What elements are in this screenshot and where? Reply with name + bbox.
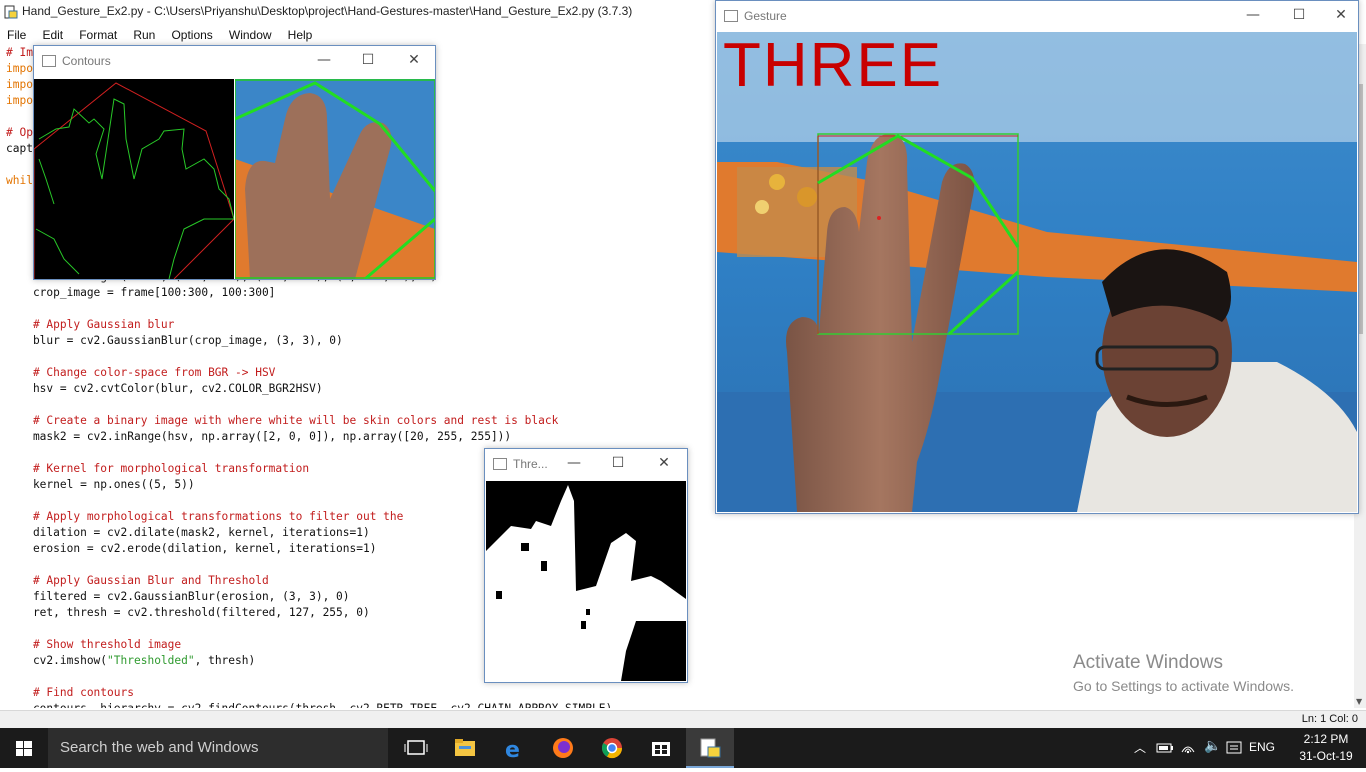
code-line: filtered = cv2.GaussianBlur(erosion, (3,… [6,590,350,603]
code-line: whil [6,174,33,187]
contours-titlebar[interactable]: Contours — ☐ ✕ [34,46,435,76]
edge-icon[interactable]: e [490,728,538,768]
threshold-window[interactable]: Thre... — ☐ ✕ [484,448,688,683]
code-line: blur = cv2.GaussianBlur(crop_image, (3, … [6,334,343,347]
clock[interactable]: 2:12 PM 31-Oct-19 [1291,731,1361,765]
code-line: impo [6,62,33,75]
code-line: # Op [6,126,33,139]
crop-svg [235,79,435,279]
maximize-button[interactable]: ☐ [607,453,629,473]
code-line: # Create a binary image with where white… [6,414,559,427]
watermark-title: Activate Windows [1073,652,1223,673]
menu-edit[interactable]: Edit [38,26,67,42]
threshold-window-title: Thre... [513,457,548,471]
gesture-titlebar[interactable]: Gesture — ☐ ✕ [716,1,1358,31]
gesture-window-title: Gesture [744,9,787,23]
contour-drawing [34,79,234,279]
window-icon [724,10,738,22]
menu-options[interactable]: Options [167,26,216,42]
menu-help[interactable]: Help [284,26,317,42]
code-line: dilation = cv2.dilate(mask2, kernel, ite… [6,526,370,539]
chevron-up-icon[interactable]: ︿ [1134,739,1146,756]
taskbar: Search the web and Windows e ︿ 🔈 ENG 2:1… [0,728,1366,768]
menu-file[interactable]: File [3,26,30,42]
code-line: mask2 = cv2.inRange(hsv, np.array([2, 0,… [6,430,512,443]
threshold-titlebar[interactable]: Thre... — ☐ ✕ [485,449,687,479]
minimize-button[interactable]: — [313,50,335,70]
editor-statusbar: Ln: 1 Col: 0 [0,710,1366,729]
close-button[interactable]: ✕ [653,453,675,473]
notifications-icon[interactable] [1226,741,1242,755]
code-line: ret, thresh = cv2.threshold(filtered, 12… [6,606,370,619]
chrome-icon[interactable] [588,728,636,768]
code-line: impo [6,78,33,91]
activate-windows-watermark: Activate Windows Go to Settings to activ… [1073,652,1294,694]
code-line: # Show threshold image [6,638,182,651]
python-idle-taskbar-icon[interactable] [686,728,734,768]
gesture-label: THREE [723,32,944,100]
wifi-icon[interactable] [1180,740,1196,756]
window-icon [42,55,56,67]
windows-logo-icon [16,741,32,756]
task-view-icon[interactable] [392,728,440,768]
code-line: # Find contours [6,686,134,699]
webcam-frame [717,32,1357,512]
code-line: erosion = cv2.erode(dilation, kernel, it… [6,542,377,555]
code-line: capt [6,142,33,155]
clock-date: 31-Oct-19 [1299,749,1353,763]
code-line: kernel = np.ones((5, 5)) [6,478,195,491]
editor-title: Hand_Gesture_Ex2.py - C:\Users\Priyanshu… [22,4,633,18]
contours-window[interactable]: Contours — ☐ ✕ [33,45,436,280]
start-button[interactable] [0,728,48,768]
threshold-svg [486,481,686,681]
code-line: # Apply Gaussian blur [6,318,175,331]
code-line: # Apply morphological transformations to… [6,510,404,523]
string-literal: "Thresholded" [107,654,195,667]
scroll-down-icon[interactable]: ▼ [1356,697,1362,706]
minimize-button[interactable]: — [563,453,585,473]
battery-icon[interactable] [1156,741,1174,755]
python-idle-icon [4,5,18,19]
code-line: impo [6,94,33,107]
contour-camera-crop [235,79,435,279]
store-icon[interactable] [637,728,685,768]
contours-window-title: Contours [62,54,111,68]
contour-svg [34,82,234,279]
minimize-button[interactable]: — [1242,5,1264,25]
gesture-camera-feed: THREE [717,32,1357,512]
volume-icon[interactable]: 🔈 [1204,738,1221,754]
maximize-button[interactable]: ☐ [1288,5,1310,25]
clock-time: 2:12 PM [1303,732,1349,746]
menu-run[interactable]: Run [129,26,159,42]
file-explorer-icon[interactable] [441,728,489,768]
code-line: # Change color-space from BGR -> HSV [6,366,276,379]
close-button[interactable]: ✕ [403,50,425,70]
firefox-icon[interactable] [539,728,587,768]
threshold-image [486,481,686,681]
code-line: contours, hierarchy = cv2.findContours(t… [6,702,612,708]
svg-text:e: e [505,738,520,763]
code-line: # Apply Gaussian Blur and Threshold [6,574,269,587]
code-line: # Im [6,46,33,59]
maximize-button[interactable]: ☐ [357,50,379,70]
gesture-window[interactable]: Gesture — ☐ ✕ THREE [715,0,1359,514]
input-language[interactable]: ENG [1249,740,1275,754]
code-line: cv2.imshow("Thresholded", thresh) [6,654,256,667]
search-box[interactable]: Search the web and Windows [48,728,388,768]
close-button[interactable]: ✕ [1330,5,1352,25]
watermark-subtitle: Go to Settings to activate Windows. [1073,678,1294,694]
search-placeholder: Search the web and Windows [60,739,259,756]
menu-window[interactable]: Window [225,26,276,42]
code-line: crop_image = frame[100:300, 100:300] [6,286,276,299]
menu-format[interactable]: Format [75,26,121,42]
window-icon [493,458,507,470]
cursor-position: Ln: 1 Col: 0 [1301,713,1358,725]
code-line: # Kernel for morphological transformatio… [6,462,310,475]
code-line: hsv = cv2.cvtColor(blur, cv2.COLOR_BGR2H… [6,382,323,395]
system-tray: ︿ 🔈 ENG 2:12 PM 31-Oct-19 [1126,728,1366,768]
